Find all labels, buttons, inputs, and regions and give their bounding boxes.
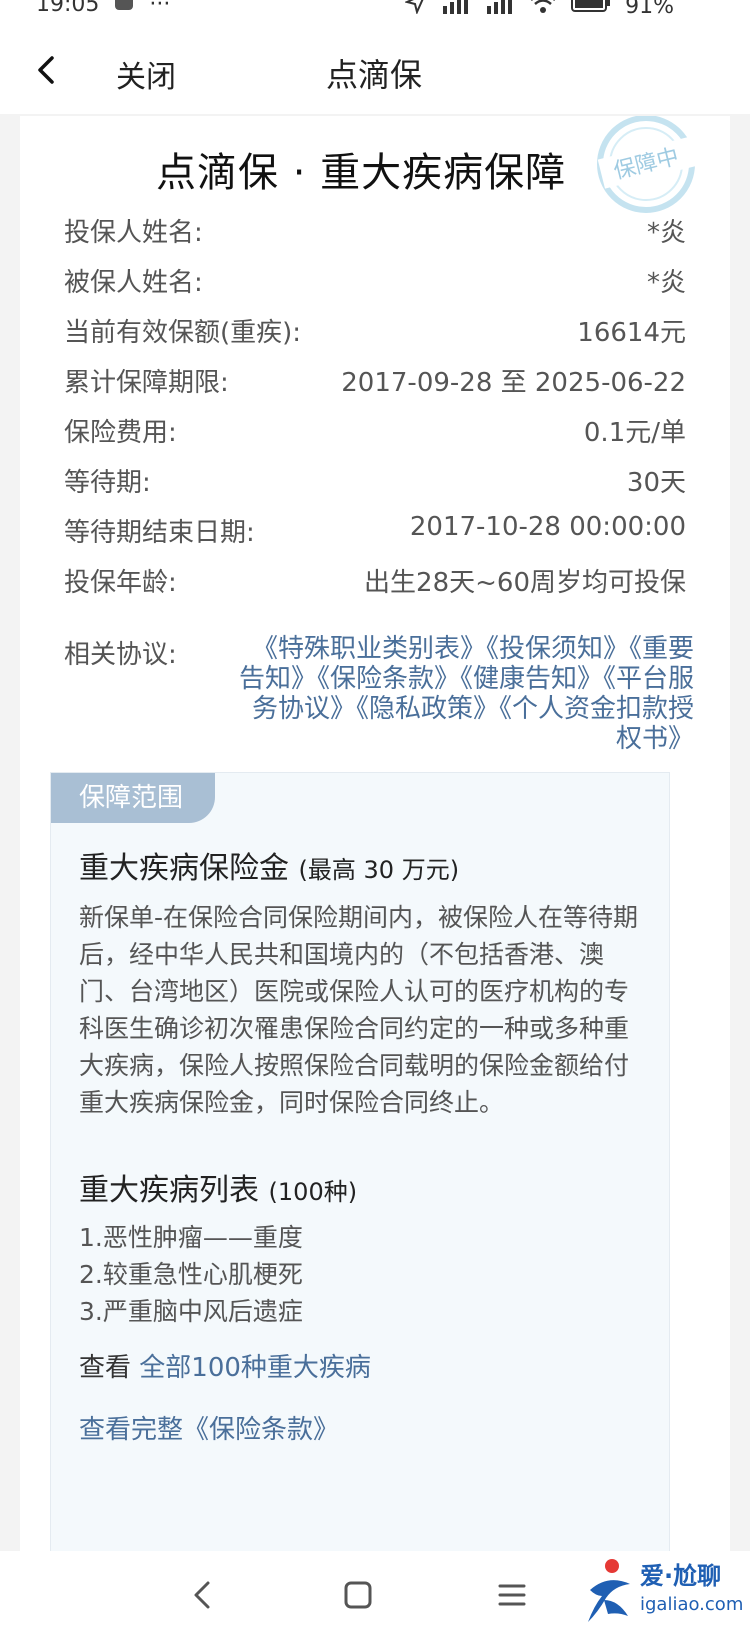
info-row-coverage-amount: 当前有效保额(重疾): 16614元: [64, 312, 686, 352]
protocol-link[interactable]: 《健康告知》: [460, 664, 603, 694]
illness-list: 1.恶性肿瘤——重度 2.较重急性心肌梗死 3.严重脑中风后遗症: [79, 1219, 639, 1330]
signal-2-icon: [485, 0, 515, 20]
illness-list-title: 重大疾病列表 (100种): [79, 1165, 357, 1209]
view-prefix: 查看: [79, 1353, 132, 1383]
status-left: 19:05 ···: [36, 0, 170, 18]
card-title: 点滴保 · 重大疾病保障: [156, 150, 567, 196]
protocol-link[interactable]: 《个人资金扣款授权书》: [499, 694, 694, 754]
list-item: 3.严重脑中风后遗症: [79, 1297, 303, 1326]
back-arrow-icon[interactable]: [28, 50, 68, 90]
info-label: 保险费用:: [64, 418, 177, 448]
benefit-max: (最高 30 万元): [298, 856, 460, 884]
notification-icon: [113, 0, 135, 18]
info-label: 等待期:: [64, 468, 151, 498]
benefit-name: 重大疾病保险金: [79, 851, 289, 886]
protocol-link[interactable]: 《隐私政策》: [356, 694, 499, 724]
protocol-link[interactable]: 《投保须知》: [486, 634, 629, 664]
illness-list-name: 重大疾病列表: [79, 1173, 259, 1208]
battery-level: 91%: [625, 0, 674, 19]
watermark-domain: igaliao.com: [640, 1594, 744, 1615]
info-value: 0.1元/单: [583, 418, 686, 448]
more-dots-icon: ···: [149, 0, 171, 17]
coverage-tab: 保障范围: [51, 773, 215, 823]
info-value: 2017-10-28 00:00:00: [409, 512, 686, 542]
info-value: 16614元: [577, 318, 686, 348]
info-value: *炎: [646, 218, 686, 248]
info-row-insured: 被保人姓名: *炎: [64, 262, 686, 302]
info-row-waiting-end: 等待期结束日期: 2017-10-28 00:00:00: [64, 512, 686, 552]
view-all-row: 查看 全部100种重大疾病: [79, 1347, 371, 1384]
info-row-policyholder: 投保人姓名: *炎: [64, 212, 686, 252]
list-item: 1.恶性肿瘤——重度: [79, 1223, 303, 1252]
list-item: 2.较重急性心肌梗死: [79, 1260, 303, 1289]
info-row-premium: 保险费用: 0.1元/单: [64, 412, 686, 452]
critical-illness-benefit-title: 重大疾病保险金 (最高 30 万元): [79, 843, 459, 887]
protocol-links: 《特殊职业类别表》《投保须知》《重要告知》《保险条款》《健康告知》《平台服务协议…: [234, 634, 694, 754]
location-icon: [404, 0, 427, 20]
nav-bar: 关闭 点滴保: [0, 34, 750, 114]
info-value: *炎: [646, 268, 686, 298]
info-label: 投保人姓名:: [64, 218, 203, 248]
status-stamp: 保障中: [586, 115, 706, 226]
policy-card: 点滴保 · 重大疾病保障 保障中 投保人姓名: *炎 被保人姓名: *炎 当前有…: [20, 115, 730, 1554]
view-full-terms-link[interactable]: 查看完整《保险条款》: [79, 1409, 339, 1446]
page-title: 点滴保: [326, 56, 423, 94]
watermark-brand: 爱·尬聊: [640, 1562, 722, 1590]
info-label: 等待期结束日期:: [64, 518, 255, 548]
status-time: 19:05: [36, 0, 100, 17]
info-row-waiting-period: 等待期: 30天: [64, 462, 686, 502]
battery-icon: [571, 0, 611, 20]
coverage-section: 保障范围 重大疾病保险金 (最高 30 万元) 新保单-在保险合同保险期间内，被…: [50, 772, 670, 1554]
benefit-description: 新保单-在保险合同保险期间内，被保险人在等待期后，经中华人民共和国境内的（不包括…: [79, 903, 639, 1117]
view-all-illnesses-link[interactable]: 全部100种重大疾病: [139, 1353, 371, 1383]
info-value: 出生28天~60周岁均可投保: [364, 568, 686, 598]
wifi-icon: [529, 0, 557, 20]
system-home-icon[interactable]: [338, 1575, 378, 1615]
protocols-label: 相关协议:: [64, 640, 177, 670]
protocol-link[interactable]: 《保险条款》: [317, 664, 460, 694]
watermark-logo-icon: [588, 1559, 630, 1622]
info-row-age: 投保年龄: 出生28天~60周岁均可投保: [64, 562, 686, 602]
site-watermark: 爱·尬聊 igaliao.com: [582, 1550, 750, 1634]
system-back-icon[interactable]: [184, 1575, 224, 1615]
info-label: 被保人姓名:: [64, 268, 203, 298]
status-bar: 19:05 ··· 91%: [0, 0, 750, 34]
close-button[interactable]: 关闭: [116, 52, 176, 96]
info-label: 投保年龄:: [64, 568, 177, 598]
info-label: 累计保障期限:: [64, 368, 229, 398]
info-value: 2017-09-28 至 2025-06-22: [341, 368, 686, 398]
protocol-link[interactable]: 《特殊职业类别表》: [252, 634, 486, 664]
info-row-coverage-period: 累计保障期限: 2017-09-28 至 2025-06-22: [64, 362, 686, 402]
info-value: 30天: [626, 468, 686, 498]
system-menu-icon[interactable]: [492, 1575, 532, 1615]
status-right: 91%: [404, 0, 674, 20]
illness-list-count: (100种): [268, 1178, 358, 1206]
info-label: 当前有效保额(重疾):: [64, 318, 302, 348]
signal-icon: [441, 0, 471, 20]
